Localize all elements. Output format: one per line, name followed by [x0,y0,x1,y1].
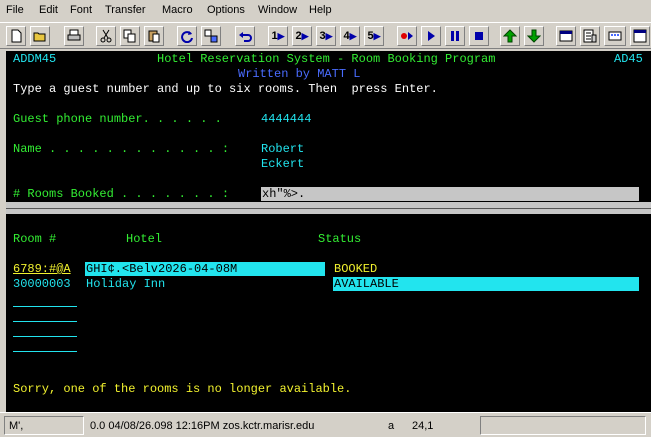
pause-icon [451,31,459,41]
menu-window[interactable]: Window [258,4,297,16]
undo-icon [239,32,252,42]
keyboard-map-button[interactable] [604,26,626,46]
status-booked: BOOKED [334,262,378,276]
macro-5-button[interactable]: 5 ▶ [364,26,384,46]
room-number-field[interactable]: 30000003 [13,277,71,292]
instruction-line: Type a guest number and up to six rooms.… [13,82,438,96]
scissors-icon [100,29,112,43]
program-title: Hotel Reservation System - Room Booking … [157,52,496,66]
menu-help[interactable]: Help [309,4,332,16]
toolbar: 1 ▶ 2 ▶ 3 ▶ 4 ▶ 5 ▶ [0,22,651,49]
arrow-up-icon [503,29,517,43]
message-line: Sorry, one of the rooms is no longer ava… [13,382,352,396]
session-info: 0.0 04/08/26.098 12:16PM zos.kctr.marisr… [90,420,315,432]
paste-icon [148,30,160,43]
author-line: Written by MATT L [238,67,361,81]
stop-button[interactable] [469,26,489,46]
name-label: Name . . . . . . . . . . . . : [13,142,230,156]
paste-button[interactable] [144,26,164,46]
screen-id-left: ADDM45 [13,52,57,66]
col-status-header: Status [318,232,362,246]
cut-button[interactable] [96,26,116,46]
rooms-booked-field-bg [261,187,639,201]
menu-bar: File Edit Font Transfer Macro Options Wi… [0,0,651,22]
screen-id-right: AD45 [614,52,643,66]
copy-button[interactable] [120,26,140,46]
refresh-button[interactable] [177,26,197,46]
macro-4-button[interactable]: 4 ▶ [340,26,360,46]
pause-button[interactable] [445,26,465,46]
refresh-icon [181,31,193,43]
toolbar-extra-button[interactable] [630,26,650,46]
status-available: AVAILABLE [334,277,399,291]
macro-1-button[interactable]: 1 ▶ [268,26,288,46]
hotel-name: GHI¢.<Belv2026-04-08M [86,262,238,276]
transfer-icon [204,29,218,43]
open-folder-icon [33,32,46,42]
mode-indicator: M', [9,420,24,432]
menu-options[interactable]: Options [207,4,245,16]
page-up-button[interactable] [500,26,520,46]
menu-font[interactable]: Font [70,4,92,16]
rooms-booked-field[interactable]: xh"%>. [262,187,305,202]
hotel-name: Holiday Inn [86,277,166,291]
name-first: Robert [261,142,305,156]
record-button[interactable] [397,26,417,46]
menu-macro[interactable]: Macro [162,4,193,16]
room-input-4[interactable] [13,321,77,322]
record-icon [401,32,413,40]
status-panel [480,416,646,435]
macro-2-button[interactable]: 2 ▶ [292,26,312,46]
guest-phone-label: Guest phone number. . . . . . [13,112,222,126]
page-down-button[interactable] [524,26,544,46]
arrow-down-icon [527,29,541,43]
play-icon [428,31,435,41]
room-input-3[interactable] [13,306,77,307]
play-button[interactable] [421,26,441,46]
menu-file[interactable]: File [6,4,24,16]
settings-button[interactable] [580,26,600,46]
col-hotel-header: Hotel [126,232,163,246]
window-icon [633,29,647,43]
print-button[interactable] [64,26,84,46]
cursor-position: 24,1 [412,420,434,432]
properties-icon [559,30,573,42]
name-last: Eckert [261,157,305,171]
room-input-5[interactable] [13,336,77,337]
col-room-header: Room # [13,232,57,246]
transfer-button[interactable] [201,26,221,46]
new-document-button[interactable] [6,26,26,46]
guest-phone-field[interactable]: 4444444 [261,112,311,127]
new-document-icon [11,29,22,43]
rooms-booked-label: # Rooms Booked . . . . . . . : [13,187,230,201]
separator-line [6,208,651,209]
undo-button[interactable] [235,26,255,46]
room-number-field[interactable]: 6789:#@A [13,262,71,277]
stop-icon [475,32,483,40]
copy-icon [123,29,136,43]
menu-transfer[interactable]: Transfer [105,4,146,16]
macro-3-button[interactable]: 3 ▶ [316,26,336,46]
room-input-6[interactable] [13,351,77,352]
keyboard-map-icon [608,31,622,41]
printer-icon [67,29,81,41]
settings-icon [583,29,597,43]
terminal-screen[interactable]: ADDM45 Hotel Reservation System - Room B… [6,51,651,412]
status-bar: M', 0.0 04/08/26.098 12:16PM zos.kctr.ma… [0,412,651,437]
properties-button[interactable] [556,26,576,46]
keyboard-indicator: a [388,420,395,432]
menu-edit[interactable]: Edit [39,4,58,16]
open-button[interactable] [30,26,50,46]
